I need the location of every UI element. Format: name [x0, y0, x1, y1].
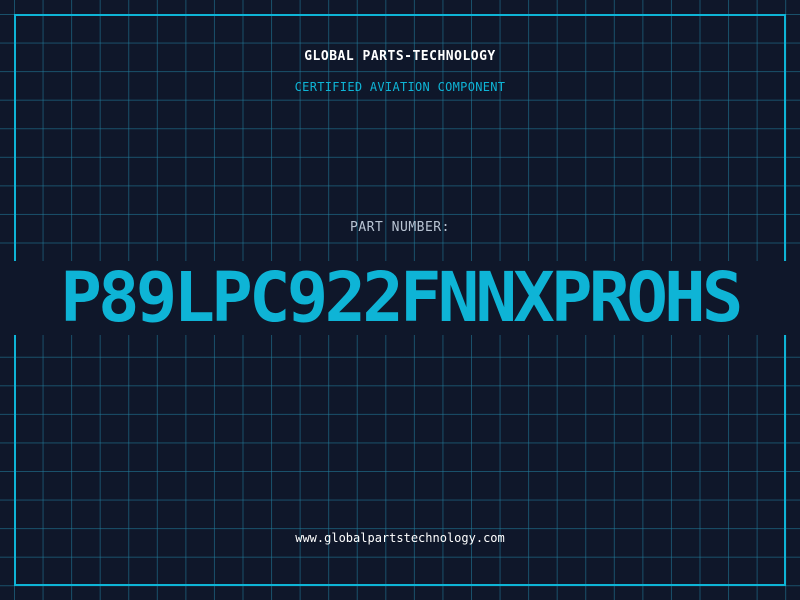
- part-number-label: PART NUMBER:: [350, 220, 450, 235]
- label-card: GLOBAL PARTS-TECHNOLOGY CERTIFIED AVIATI…: [0, 0, 800, 600]
- certification-subtitle: CERTIFIED AVIATION COMPONENT: [294, 80, 506, 94]
- part-number-value: P89LPC922FNNXPROHS: [60, 261, 743, 335]
- website-url: www.globalpartstechnology.com: [295, 531, 505, 545]
- company-name: GLOBAL PARTS-TECHNOLOGY: [304, 49, 496, 64]
